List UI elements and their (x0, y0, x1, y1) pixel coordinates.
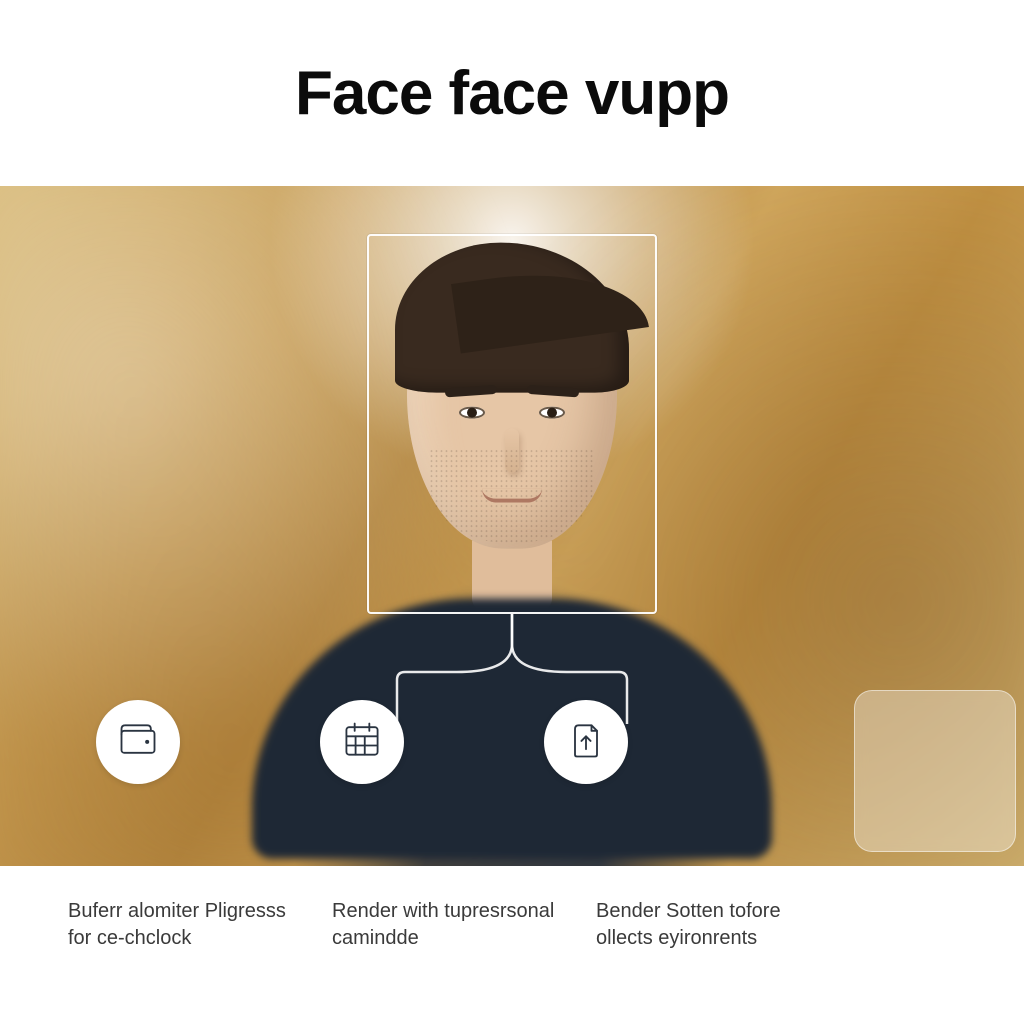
feature-icon-button-1[interactable] (96, 700, 180, 784)
feature-icon-button-2[interactable] (320, 700, 404, 784)
feature-item (68, 700, 208, 784)
page-title: Face face vupp (0, 58, 1024, 129)
feature-icon-button-3[interactable] (544, 700, 628, 784)
hero-image (0, 186, 1024, 866)
face-detection-box[interactable] (367, 234, 657, 614)
feature-caption: Bender Sotten tofore ollects eyironrents (596, 898, 832, 952)
feature-item (516, 700, 656, 784)
wallet-icon (116, 718, 160, 767)
feature-item (292, 700, 432, 784)
upload-icon (564, 718, 608, 767)
side-panel-card[interactable] (854, 690, 1016, 852)
feature-caption: Buferr alomiter Pligresss for ce-chclock (68, 898, 304, 952)
feature-caption: Render with tupresrsonal camindde (332, 898, 568, 952)
page-root: Face face vupp (0, 0, 1024, 1024)
caption-row: Buferr alomiter Pligresss for ce-chclock… (68, 898, 956, 952)
feature-icon-row (68, 700, 956, 784)
calendar-icon (340, 718, 384, 767)
